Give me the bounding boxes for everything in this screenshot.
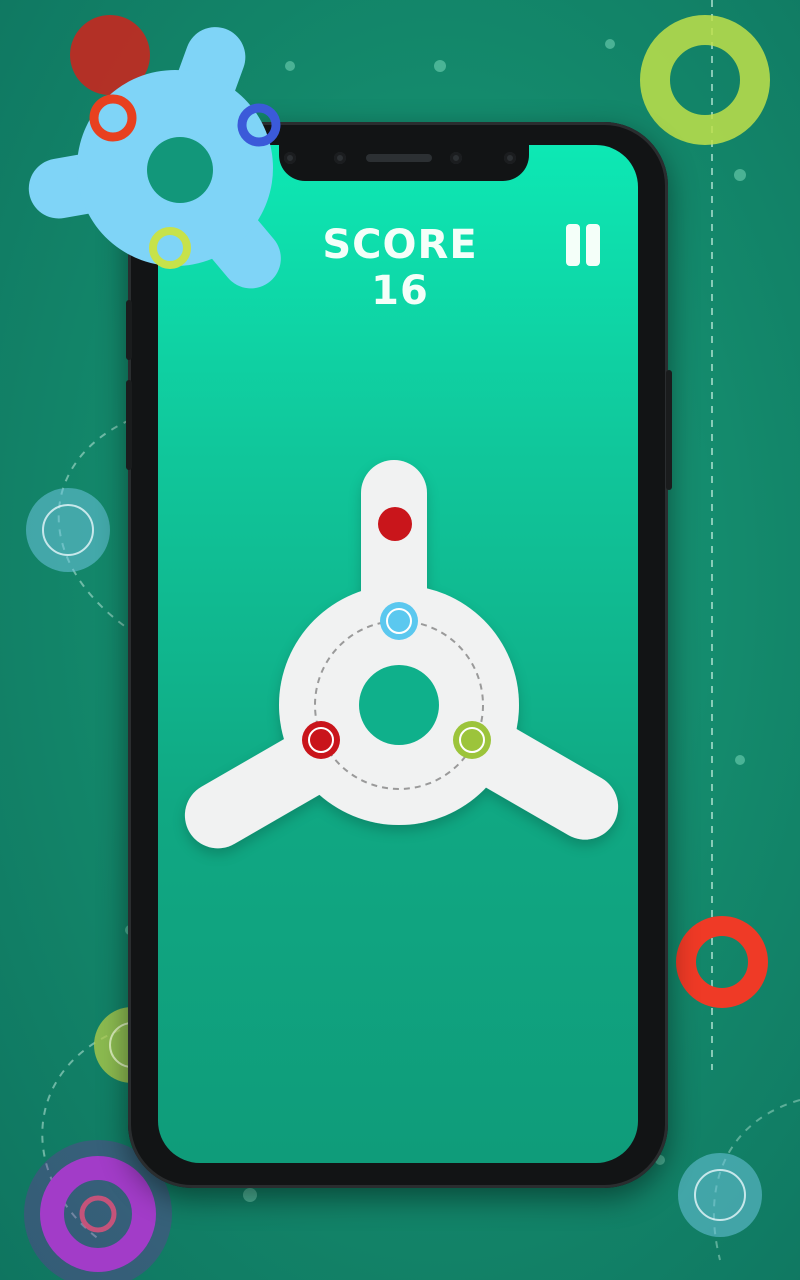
front-sensor-icon (334, 152, 346, 164)
green-ring-decoration (640, 15, 770, 145)
front-sensor-icon (450, 152, 462, 164)
pause-icon (566, 224, 580, 266)
front-camera-icon (284, 152, 296, 164)
blue-ring-decoration (678, 1153, 762, 1237)
phone-side-button (126, 380, 132, 470)
earpiece-speaker (366, 154, 432, 162)
red-ring-decoration (676, 916, 768, 1008)
front-camera-icon (504, 152, 516, 164)
pause-button[interactable] (563, 224, 603, 268)
phone-side-button (126, 300, 132, 360)
score-label: SCORE 16 (322, 222, 478, 314)
blue-ring-decoration (26, 488, 110, 572)
phone-side-button (666, 370, 672, 490)
